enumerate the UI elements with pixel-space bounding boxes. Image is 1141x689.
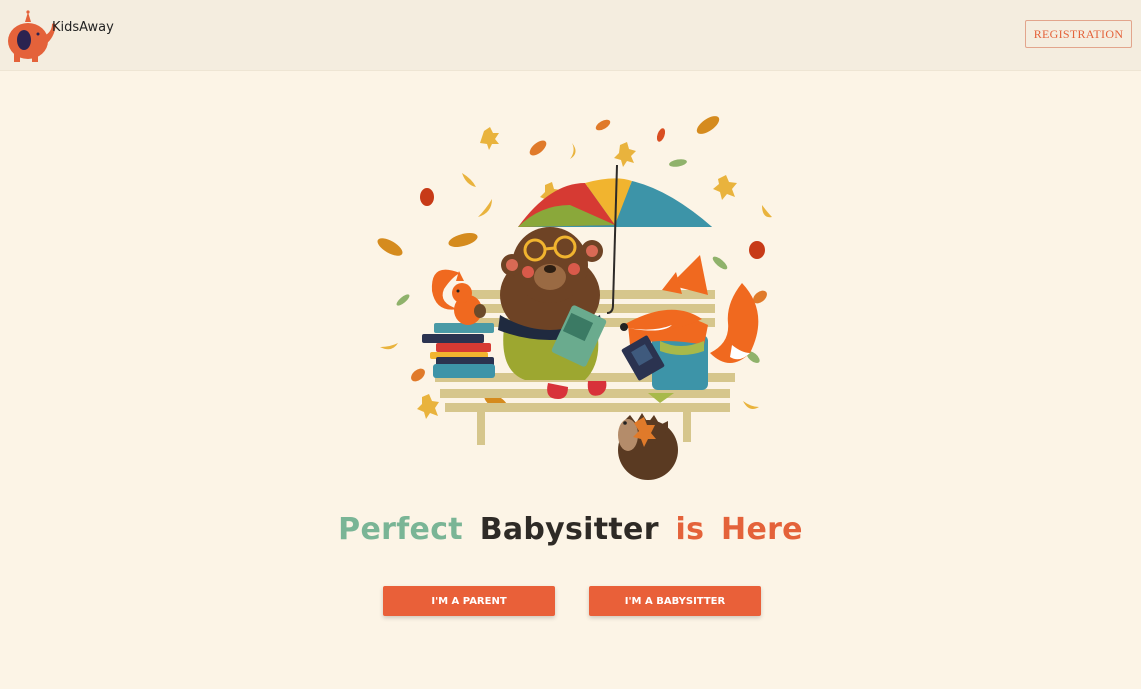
hero-illustration: [377, 116, 772, 480]
headline-word-perfect: Perfect: [338, 512, 463, 547]
book-stack: [422, 323, 495, 378]
babysitter-button[interactable]: I'M A BABYSITTER: [589, 586, 761, 616]
parent-button[interactable]: I'M A PARENT: [383, 586, 555, 616]
brand-name[interactable]: KidsAway: [52, 20, 114, 35]
headline-word-is-here: is Here: [675, 512, 803, 547]
elephant-logo-icon[interactable]: [4, 8, 56, 64]
top-bar: KidsAway REGISTRATION: [0, 0, 1141, 71]
headline-word-babysitter: Babysitter: [479, 512, 659, 547]
headline: Perfect Babysitter is Here: [0, 512, 1141, 547]
registration-button[interactable]: REGISTRATION: [1025, 20, 1132, 48]
hedgehog: [618, 413, 678, 480]
